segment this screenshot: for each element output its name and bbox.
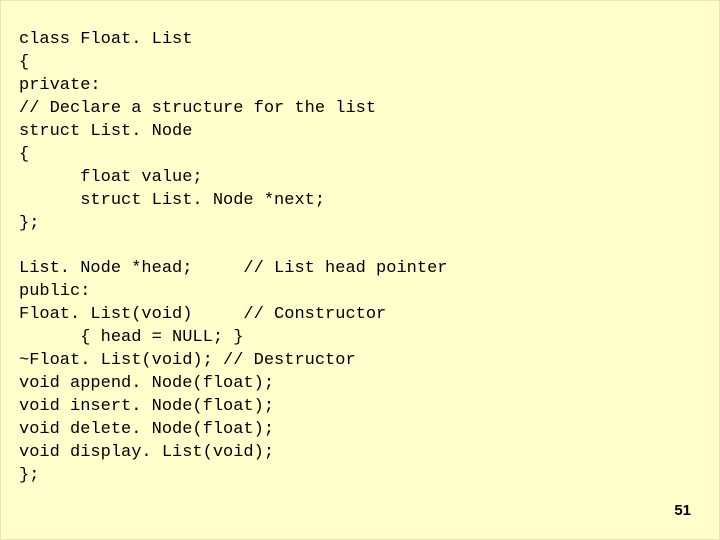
code-line: }; — [19, 214, 39, 233]
code-line: class Float. List — [19, 30, 192, 49]
code-block: class Float. List { private: // Declare … — [19, 29, 701, 488]
code-line: { — [19, 53, 29, 72]
code-line: struct List. Node *next; — [19, 191, 325, 210]
code-line: private: — [19, 76, 101, 95]
code-line: // Declare a structure for the list — [19, 99, 376, 118]
code-line: { head = NULL; } — [19, 328, 243, 347]
code-line: void display. List(void); — [19, 443, 274, 462]
code-line: void insert. Node(float); — [19, 397, 274, 416]
code-line: float value; — [19, 168, 203, 187]
code-line: { — [19, 145, 29, 164]
code-line: public: — [19, 282, 90, 301]
code-line: void append. Node(float); — [19, 374, 274, 393]
code-line: Float. List(void) // Constructor — [19, 305, 386, 324]
page-number: 51 — [674, 502, 691, 519]
code-line: ~Float. List(void); // Destructor — [19, 351, 356, 370]
code-line: List. Node *head; // List head pointer — [19, 259, 447, 278]
code-line: void delete. Node(float); — [19, 420, 274, 439]
code-line: }; — [19, 466, 39, 485]
code-line: struct List. Node — [19, 122, 192, 141]
slide: class Float. List { private: // Declare … — [0, 0, 720, 540]
